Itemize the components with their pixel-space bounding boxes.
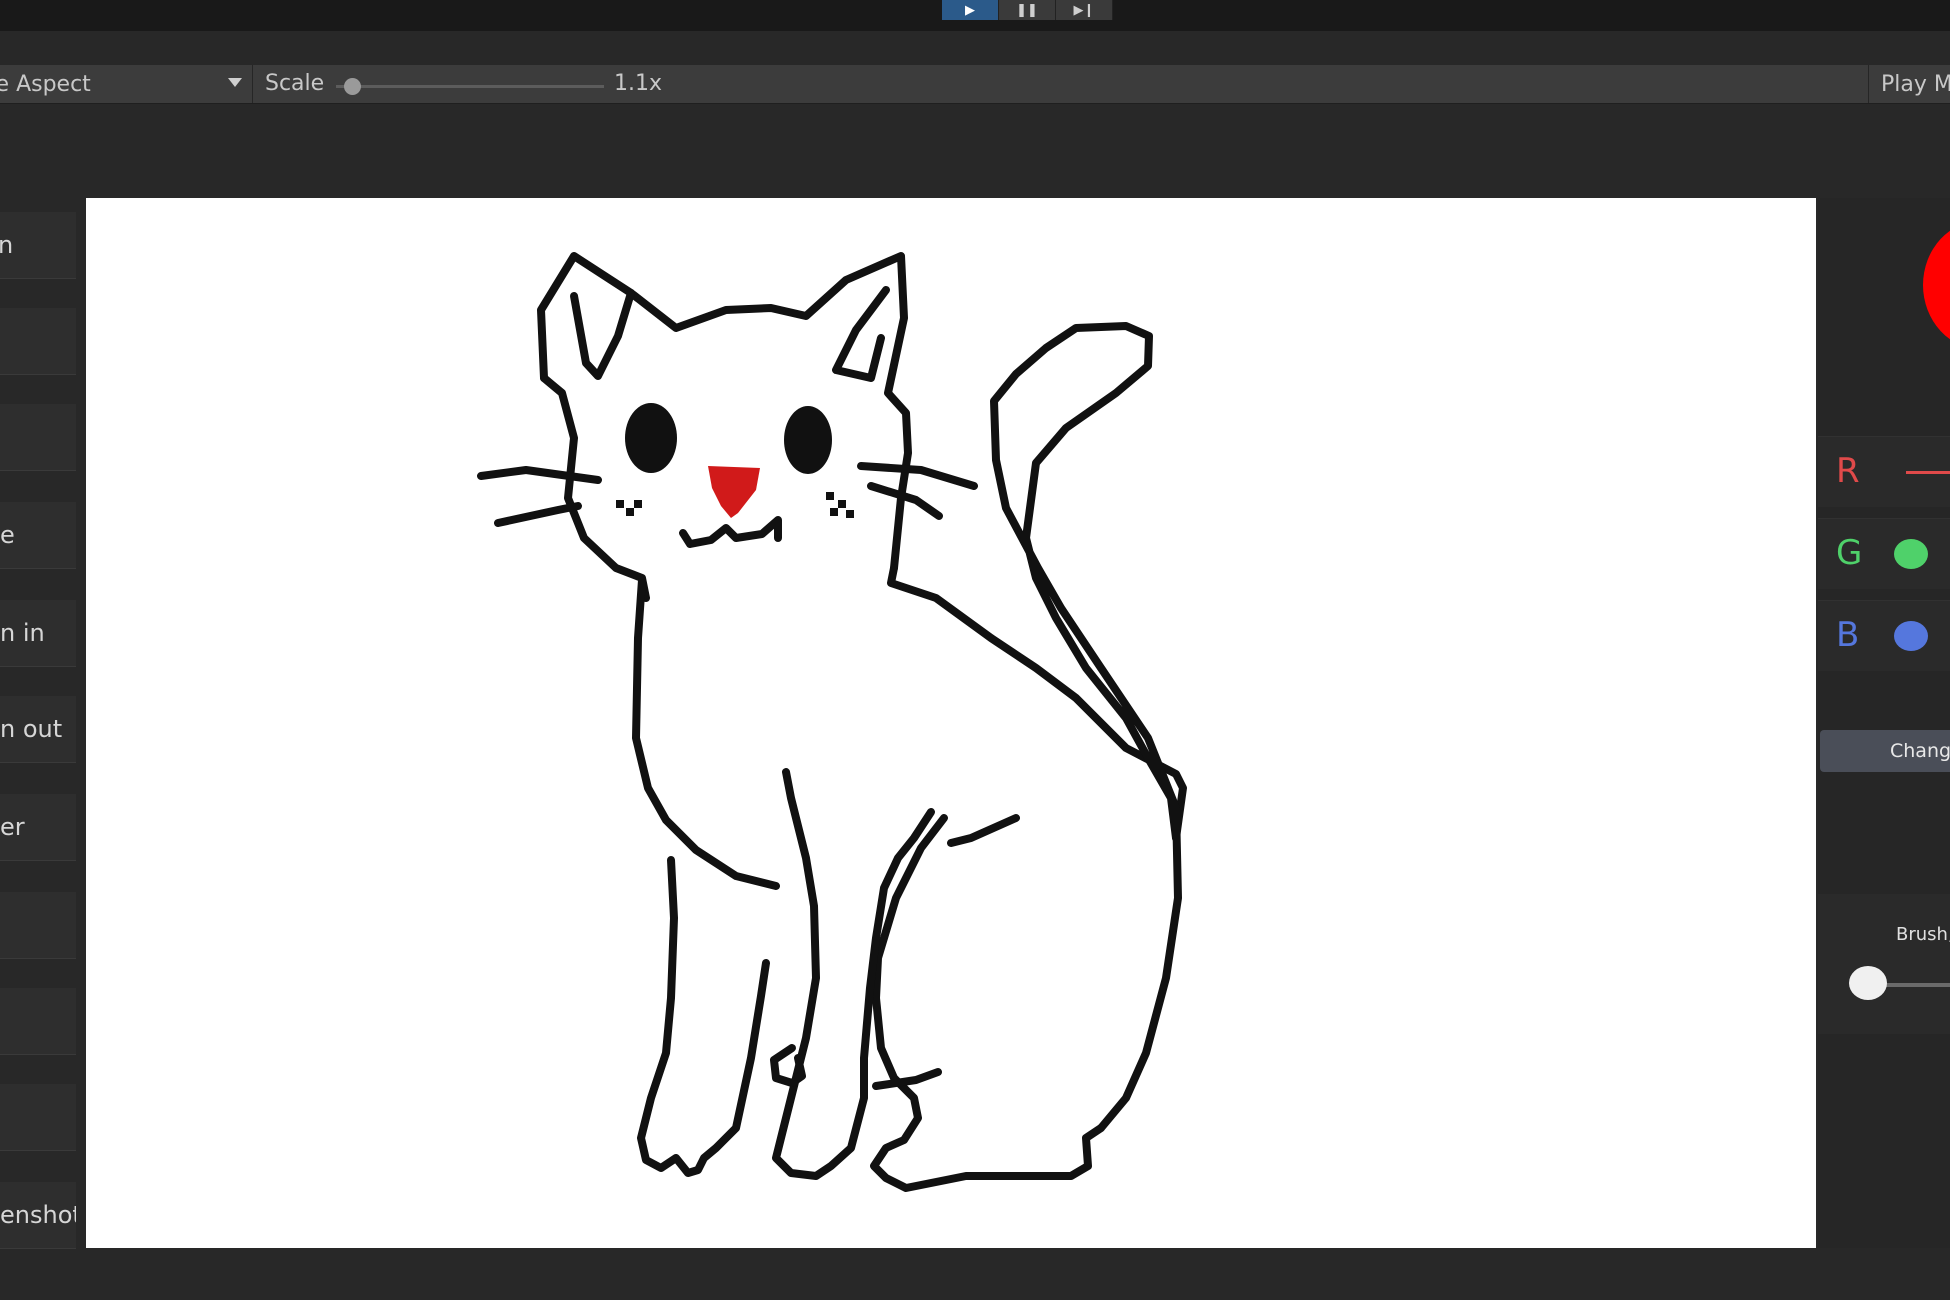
play-controls: ▶ ❚❚ ▶❙ — [942, 0, 1113, 20]
cat-eye-right — [784, 406, 832, 474]
dropdown-arrow-icon — [228, 78, 242, 87]
cat-ear-left-inner — [570, 289, 635, 380]
cat-front-leg-left — [637, 856, 770, 1177]
color-panel: R G B Chang Brush, — [1818, 198, 1950, 1248]
step-icon: ▶❙ — [1073, 2, 1095, 18]
sidebar-button-2[interactable] — [0, 308, 76, 375]
cat-hind-paw — [870, 814, 1105, 1192]
play-mode-dropdown[interactable]: Play M — [1868, 65, 1950, 103]
cat-hind-leg-line — [947, 814, 1020, 847]
sidebar-button-10[interactable] — [0, 1084, 76, 1151]
cat-leg-detail-1 — [770, 1044, 806, 1087]
step-button[interactable]: ▶❙ — [1056, 0, 1113, 20]
aspect-dropdown[interactable]: ee Aspect — [0, 65, 253, 103]
play-button[interactable]: ▶ — [942, 0, 999, 20]
scale-value: 1.1x — [614, 71, 663, 96]
whisker-left-1 — [477, 466, 602, 484]
cat-nose — [708, 466, 760, 518]
sidebar-button-8[interactable] — [0, 892, 76, 959]
green-slider-row: G — [1818, 518, 1950, 589]
aspect-label: ee Aspect — [0, 71, 91, 97]
sidebar-button-4[interactable]: e — [0, 502, 76, 569]
sidebar-button-1[interactable]: n — [0, 212, 76, 279]
green-label: G — [1836, 533, 1863, 573]
game-view-toolbar: ee Aspect Scale 1.1x Play M — [0, 65, 1950, 104]
change-color-button[interactable]: Chang — [1820, 730, 1950, 772]
blue-label: B — [1836, 615, 1860, 655]
cat-ear-right-inner — [832, 286, 890, 382]
sidebar-button-3[interactable] — [0, 404, 76, 471]
scale-slider-track[interactable] — [336, 85, 604, 88]
pause-icon: ❚❚ — [1016, 2, 1038, 18]
cat-front-leg-right — [772, 768, 935, 1180]
red-slider-track[interactable] — [1906, 471, 1950, 474]
whisker-right-1 — [857, 462, 978, 490]
cat-mouth — [679, 516, 782, 548]
brush-size-label: Brush, — [1896, 924, 1950, 945]
current-color-swatch — [1923, 220, 1950, 350]
pause-button[interactable]: ❚❚ — [999, 0, 1056, 20]
editor-top-bar: ▶ ❚❚ ▶❙ — [0, 0, 1950, 31]
cat-back — [887, 564, 1187, 842]
red-slider-row: R — [1818, 436, 1950, 507]
cat-drawing — [477, 252, 1187, 1192]
whisker-left-2 — [494, 502, 582, 527]
brush-size-thumb[interactable] — [1849, 966, 1887, 1000]
play-icon: ▶ — [965, 2, 975, 18]
red-label: R — [1836, 451, 1860, 491]
sidebar-button-zoom-out[interactable]: n out — [0, 696, 76, 763]
cat-leg-detail-2 — [872, 1068, 942, 1090]
cat-eye-left — [625, 403, 677, 473]
drawing-canvas[interactable] — [86, 198, 1816, 1248]
cat-body-chest — [632, 576, 780, 890]
play-mode-label: Play M — [1881, 71, 1950, 97]
sidebar-button-screenshot[interactable]: enshot — [0, 1182, 76, 1249]
blue-slider-row: B — [1818, 600, 1950, 671]
blue-slider-thumb[interactable] — [1894, 621, 1928, 651]
green-slider-thumb[interactable] — [1894, 539, 1928, 569]
scale-slider-thumb[interactable] — [344, 78, 361, 95]
cat-tail — [990, 322, 1182, 1132]
brush-size-section: Brush, — [1818, 894, 1950, 1034]
tool-sidebar: n e n in n out er enshot — [0, 212, 76, 1249]
sidebar-button-9[interactable] — [0, 988, 76, 1055]
cat-head-outline — [537, 252, 912, 572]
sidebar-button-7[interactable]: er — [0, 794, 76, 861]
cat-head-left-side — [540, 374, 650, 602]
sidebar-button-zoom-in[interactable]: n in — [0, 600, 76, 667]
scale-label: Scale — [265, 71, 325, 96]
